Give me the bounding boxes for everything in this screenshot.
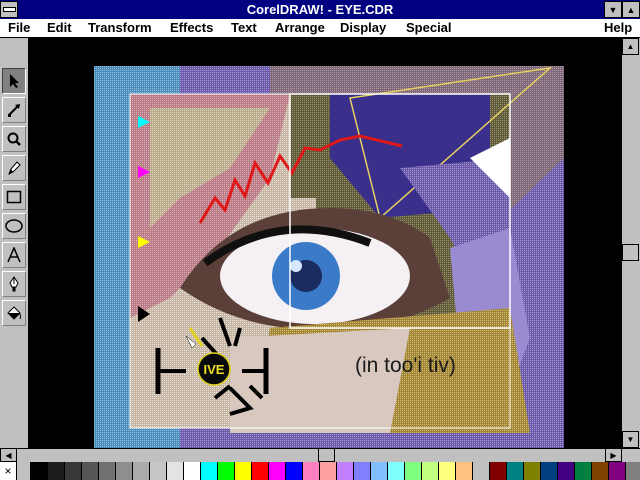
color-swatch[interactable]	[201, 462, 218, 480]
color-swatch[interactable]	[48, 462, 65, 480]
vertical-scroll-thumb[interactable]	[622, 244, 639, 261]
color-swatch[interactable]	[235, 462, 252, 480]
maximize-button[interactable]: ▲	[622, 1, 640, 18]
menu-display[interactable]: Display	[340, 20, 386, 35]
menu-transform[interactable]: Transform	[88, 20, 152, 35]
color-swatch[interactable]	[99, 462, 116, 480]
color-swatch[interactable]	[65, 462, 82, 480]
toolbox	[0, 38, 29, 462]
color-swatch[interactable]	[303, 462, 320, 480]
color-swatch[interactable]	[31, 462, 48, 480]
zoom-tool[interactable]	[2, 126, 26, 152]
color-swatch[interactable]	[150, 462, 167, 480]
color-swatch[interactable]	[558, 462, 575, 480]
color-palette: ×	[0, 462, 640, 480]
color-swatch[interactable]	[354, 462, 371, 480]
horizontal-scroll-thumb[interactable]	[318, 448, 335, 462]
color-swatch[interactable]	[456, 462, 473, 480]
color-swatch[interactable]	[405, 462, 422, 480]
menu-file[interactable]: File	[8, 20, 30, 35]
scroll-down-button[interactable]: ▼	[622, 431, 639, 448]
ive-logo-text: IVE	[204, 362, 225, 377]
menu-special[interactable]: Special	[406, 20, 452, 35]
pick-tool[interactable]	[2, 68, 26, 94]
text-tool-icon	[7, 247, 21, 263]
color-swatch[interactable]	[286, 462, 303, 480]
palette-scroll-left[interactable]	[17, 462, 31, 480]
drawing-canvas[interactable]: IVE (in too'i tiv)	[30, 38, 622, 448]
title-bar: CorelDRAW! - EYE.CDR ▼ ▲	[0, 0, 640, 19]
color-swatch[interactable]	[388, 462, 405, 480]
color-swatch[interactable]	[184, 462, 201, 480]
color-swatch[interactable]	[320, 462, 337, 480]
zoom-tool-icon	[7, 132, 21, 146]
outline-tool-icon	[9, 276, 19, 292]
menu-bar: File Edit Transform Effects Text Arrange…	[0, 19, 640, 38]
arrow-right-icon: ▶	[610, 450, 617, 460]
color-swatch[interactable]	[524, 462, 541, 480]
menu-edit[interactable]: Edit	[47, 20, 72, 35]
menu-text[interactable]: Text	[231, 20, 257, 35]
scroll-right-button[interactable]: ▶	[605, 448, 622, 462]
scroll-up-button[interactable]: ▲	[622, 38, 639, 55]
vertical-scrollbar[interactable]: ▲ ▼	[622, 38, 640, 448]
color-swatch[interactable]	[337, 462, 354, 480]
menu-effects[interactable]: Effects	[170, 20, 213, 35]
color-swatch[interactable]	[575, 462, 592, 480]
arrow-down-icon: ▼	[626, 435, 635, 444]
minimize-icon: ▼	[608, 4, 618, 15]
eye-artwork: IVE	[94, 66, 564, 448]
color-swatch[interactable]	[82, 462, 99, 480]
color-swatch[interactable]	[422, 462, 439, 480]
pencil-tool-icon	[8, 161, 21, 176]
color-swatch[interactable]	[218, 462, 235, 480]
rectangle-tool[interactable]	[2, 184, 26, 210]
color-swatch[interactable]	[439, 462, 456, 480]
scroll-left-button[interactable]: ◀	[0, 448, 17, 462]
outline-tool[interactable]	[2, 271, 26, 297]
menu-help[interactable]: Help	[604, 20, 632, 35]
shape-tool[interactable]	[2, 97, 26, 123]
text-tool[interactable]	[2, 242, 26, 268]
pencil-tool[interactable]	[2, 155, 26, 181]
horizontal-scrollbar[interactable]: ◀ ▶	[0, 448, 640, 462]
color-swatch[interactable]	[507, 462, 524, 480]
fill-tool[interactable]	[2, 300, 26, 326]
rectangle-tool-icon	[6, 190, 22, 204]
color-swatch[interactable]	[116, 462, 133, 480]
color-swatch[interactable]	[541, 462, 558, 480]
no-color-swatch[interactable]: ×	[0, 462, 17, 480]
ellipse-tool[interactable]	[2, 213, 26, 239]
color-swatch[interactable]	[133, 462, 150, 480]
maximize-icon: ▲	[626, 4, 636, 15]
color-swatch[interactable]	[592, 462, 609, 480]
color-swatch[interactable]	[269, 462, 286, 480]
window-title: CorelDRAW! - EYE.CDR	[246, 2, 394, 17]
ellipse-tool-icon	[5, 219, 23, 233]
color-swatch[interactable]	[490, 462, 507, 480]
arrow-up-icon: ▲	[626, 42, 635, 51]
palette-swatches	[31, 462, 626, 480]
color-swatch[interactable]	[609, 462, 626, 480]
color-swatch[interactable]	[252, 462, 269, 480]
color-swatch[interactable]	[371, 462, 388, 480]
color-swatch[interactable]	[167, 462, 184, 480]
arrow-left-icon: ◀	[5, 450, 12, 460]
fill-tool-icon	[7, 306, 21, 320]
color-swatch[interactable]	[473, 462, 490, 480]
shape-tool-icon	[8, 104, 20, 117]
pick-tool-icon	[10, 74, 19, 88]
caption-text: (in too'i tiv)	[355, 354, 456, 377]
minimize-button[interactable]: ▼	[604, 1, 622, 18]
menu-arrange[interactable]: Arrange	[275, 20, 325, 35]
